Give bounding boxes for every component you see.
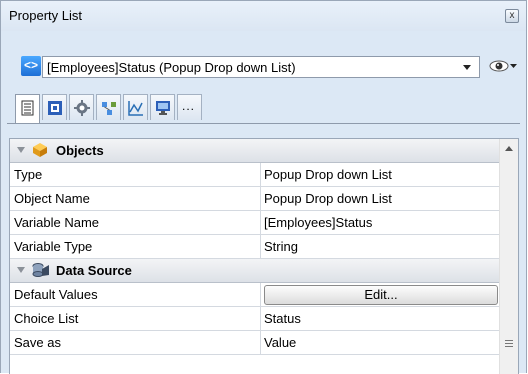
tab-object[interactable] (42, 94, 67, 120)
section-label: Objects (56, 143, 104, 158)
property-name: Choice List (14, 311, 79, 326)
cube-icon (33, 143, 47, 157)
property-row[interactable]: Object Name Popup Drop down List (10, 187, 501, 211)
section-data-source[interactable]: Data Source (10, 259, 501, 283)
property-value[interactable]: Popup Drop down List (264, 191, 392, 206)
property-grid: Objects Type Popup Drop down List Object… (9, 138, 519, 374)
window-title: Property List (9, 8, 82, 23)
scroll-grip-icon[interactable] (505, 340, 513, 349)
gear-icon (74, 100, 90, 116)
property-name: Type (14, 167, 43, 182)
property-row[interactable]: Save as Value (10, 331, 501, 355)
property-name: Default Values (14, 287, 98, 302)
section-label: Data Source (56, 263, 132, 278)
collapse-triangle-icon[interactable] (17, 147, 25, 153)
chart-icon (128, 101, 143, 116)
property-row[interactable]: Variable Name [Employees]Status (10, 211, 501, 235)
property-value[interactable]: Status (264, 311, 301, 326)
property-name: Variable Name (14, 215, 100, 230)
eye-menu-button[interactable] (489, 57, 519, 77)
list-icon (21, 100, 34, 116)
property-row[interactable]: Type Popup Drop down List (10, 163, 501, 187)
property-name: Object Name (14, 191, 90, 206)
property-value[interactable]: [Employees]Status (264, 215, 372, 230)
object-icon (48, 101, 62, 115)
scroll-up-icon[interactable] (505, 146, 513, 151)
tab-divider (7, 123, 520, 124)
display-icon (156, 101, 170, 115)
title-bar: Property List x (1, 1, 526, 31)
tab-more[interactable]: ... (177, 94, 202, 120)
eye-icon (489, 60, 517, 72)
edit-button[interactable]: Edit... (264, 285, 498, 305)
property-value[interactable]: String (264, 239, 298, 254)
property-list-panel: Property List x <> [Employees]Status (Po… (0, 0, 527, 374)
tab-list[interactable] (15, 94, 40, 124)
object-select-dropdown[interactable]: [Employees]Status (Popup Drop down List) (42, 56, 480, 78)
property-row[interactable]: Variable Type String (10, 235, 501, 259)
database-icon (32, 263, 49, 277)
hierarchy-icon (102, 102, 116, 115)
close-button[interactable]: x (505, 9, 519, 23)
property-row[interactable]: Choice List Status (10, 307, 501, 331)
tab-display[interactable] (150, 94, 175, 120)
collapse-triangle-icon[interactable] (17, 267, 25, 273)
tab-gear[interactable] (69, 94, 94, 120)
object-select-value: [Employees]Status (Popup Drop down List) (47, 60, 296, 75)
vertical-scrollbar[interactable] (499, 139, 518, 374)
object-nav-icon[interactable]: <> (21, 56, 41, 76)
tab-chart[interactable] (123, 94, 148, 120)
section-objects[interactable]: Objects (10, 139, 501, 163)
chevron-down-icon (463, 65, 471, 70)
property-value[interactable]: Value (264, 335, 296, 350)
tab-hierarchy[interactable] (96, 94, 121, 120)
property-name: Variable Type (14, 239, 93, 254)
property-value[interactable]: Popup Drop down List (264, 167, 392, 182)
more-icon: ... (182, 99, 196, 113)
property-name: Save as (14, 335, 61, 350)
property-row[interactable]: Default Values Edit... (10, 283, 501, 307)
